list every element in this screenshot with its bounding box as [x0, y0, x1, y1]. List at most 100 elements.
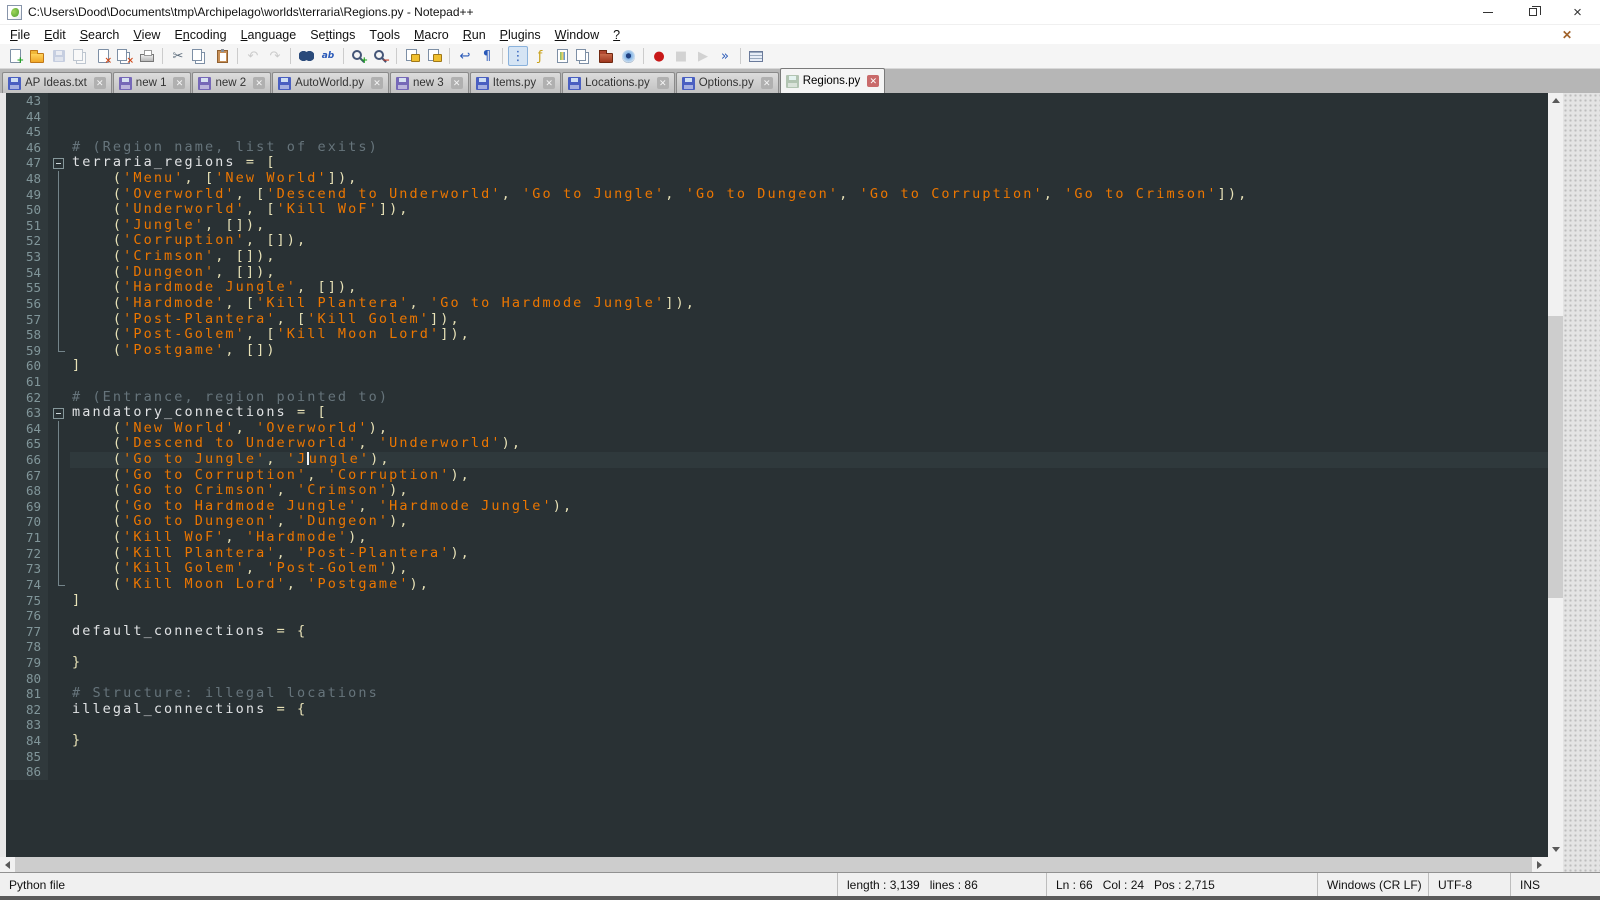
monitoring-icon[interactable] — [618, 46, 638, 66]
function-list-icon[interactable]: ƒ — [530, 46, 550, 66]
tab-close-icon[interactable]: ✕ — [371, 77, 383, 89]
menu-run[interactable]: Run — [456, 25, 493, 44]
code-line-55[interactable]: 55 ('Hardmode Jungle', []), — [6, 280, 1548, 296]
code-line-81[interactable]: 81# Structure: illegal locations — [6, 686, 1548, 702]
code-line-75[interactable]: 75] — [6, 593, 1548, 609]
code-line-78[interactable]: 78 — [6, 639, 1548, 655]
code-line-80[interactable]: 80 — [6, 671, 1548, 687]
cut-icon[interactable]: ✂ — [168, 46, 188, 66]
print-icon[interactable] — [137, 46, 157, 66]
code-line-64[interactable]: 64 ('New World', 'Overworld'), — [6, 421, 1548, 437]
code-line-85[interactable]: 85 — [6, 749, 1548, 765]
code-line-50[interactable]: 50 ('Underworld', ['Kill WoF']), — [6, 202, 1548, 218]
code-line-63[interactable]: 63mandatory_connections = [ — [6, 405, 1548, 421]
menu-help[interactable]: ? — [606, 25, 627, 44]
code-line-62[interactable]: 62# (Entrance, region pointed to) — [6, 390, 1548, 406]
close-all-icon[interactable]: × — [115, 46, 135, 66]
tab-new-1[interactable]: new 1✕ — [113, 72, 192, 93]
code-line-45[interactable]: 45 — [6, 124, 1548, 140]
vertical-scrollbar[interactable] — [1548, 93, 1563, 857]
code-line-69[interactable]: 69 ('Go to Hardmode Jungle', 'Hardmode J… — [6, 499, 1548, 515]
document-map-icon[interactable] — [552, 46, 572, 66]
tab-locations-py[interactable]: Locations.py✕ — [562, 72, 675, 93]
code-line-84[interactable]: 84} — [6, 733, 1548, 749]
menu-file[interactable]: File — [3, 25, 37, 44]
menu-view[interactable]: View — [126, 25, 167, 44]
horizontal-scroll-thumb[interactable] — [15, 857, 1532, 872]
fold-collapse-marker[interactable] — [48, 405, 70, 421]
close-button[interactable]: × — [1555, 0, 1600, 25]
document-list-icon[interactable] — [574, 46, 594, 66]
code-line-51[interactable]: 51 ('Jungle', []), — [6, 218, 1548, 234]
find-icon[interactable] — [296, 46, 316, 66]
code-line-71[interactable]: 71 ('Kill WoF', 'Hardmode'), — [6, 530, 1548, 546]
tab-items-py[interactable]: Items.py✕ — [470, 72, 561, 93]
code-line-70[interactable]: 70 ('Go to Dungeon', 'Dungeon'), — [6, 514, 1548, 530]
code-line-44[interactable]: 44 — [6, 109, 1548, 125]
save-macro-icon[interactable] — [746, 46, 766, 66]
tab-ap-ideas-txt[interactable]: AP Ideas.txt✕ — [2, 72, 112, 93]
menu-settings[interactable]: Settings — [303, 25, 362, 44]
run-macro-multiple-icon[interactable]: » — [715, 46, 735, 66]
tab-close-icon[interactable]: ✕ — [657, 77, 669, 89]
code-area[interactable]: 43444546# (Region name, list of exits)47… — [6, 93, 1548, 857]
zoom-in-icon[interactable]: + — [349, 46, 369, 66]
horizontal-scroll-track[interactable] — [15, 857, 1532, 872]
tab-new-3[interactable]: new 3✕ — [390, 72, 469, 93]
tab-close-icon[interactable]: ✕ — [867, 75, 879, 87]
tab-regions-py[interactable]: Regions.py✕ — [780, 68, 886, 93]
menu-language[interactable]: Language — [234, 25, 304, 44]
code-line-61[interactable]: 61 — [6, 374, 1548, 390]
scroll-right-button[interactable] — [1532, 857, 1547, 872]
show-all-characters-icon[interactable]: ¶ — [477, 46, 497, 66]
play-macro-icon[interactable]: ▶ — [693, 46, 713, 66]
code-line-43[interactable]: 43 — [6, 93, 1548, 109]
tab-close-icon[interactable]: ✕ — [451, 77, 463, 89]
zoom-out-icon[interactable]: − — [371, 46, 391, 66]
new-file-icon[interactable]: + — [5, 46, 25, 66]
code-line-53[interactable]: 53 ('Crimson', []), — [6, 249, 1548, 265]
code-line-79[interactable]: 79} — [6, 655, 1548, 671]
tab-new-2[interactable]: new 2✕ — [192, 72, 271, 93]
menu-plugins[interactable]: Plugins — [493, 25, 548, 44]
sync-vertical-scroll-icon[interactable] — [402, 46, 422, 66]
menu-macro[interactable]: Macro — [407, 25, 456, 44]
folder-as-workspace-icon[interactable] — [596, 46, 616, 66]
open-file-icon[interactable] — [27, 46, 47, 66]
show-indent-guide-icon[interactable]: ⋮ — [508, 46, 528, 66]
code-line-66[interactable]: 66 ('Go to Jungle', 'Jungle'), — [6, 452, 1548, 468]
minimize-button[interactable] — [1465, 0, 1510, 25]
tab-close-icon[interactable]: ✕ — [253, 77, 265, 89]
vertical-scroll-thumb[interactable] — [1548, 316, 1563, 597]
close-document-x-button[interactable]: ✕ — [1562, 25, 1572, 44]
menu-search[interactable]: Search — [73, 25, 127, 44]
scroll-down-button[interactable] — [1548, 842, 1563, 857]
scroll-up-button[interactable] — [1548, 93, 1563, 108]
tab-options-py[interactable]: Options.py✕ — [676, 72, 779, 93]
status-insert-mode[interactable]: INS — [1510, 873, 1600, 896]
code-line-57[interactable]: 57 ('Post-Plantera', ['Kill Golem']), — [6, 312, 1548, 328]
code-line-73[interactable]: 73 ('Kill Golem', 'Post-Golem'), — [6, 561, 1548, 577]
status-encoding[interactable]: UTF-8 — [1428, 873, 1510, 896]
code-line-82[interactable]: 82illegal_connections = { — [6, 702, 1548, 718]
status-eol-format[interactable]: Windows (CR LF) — [1317, 873, 1428, 896]
vertical-scroll-track[interactable] — [1548, 108, 1563, 842]
code-line-58[interactable]: 58 ('Post-Golem', ['Kill Moon Lord']), — [6, 327, 1548, 343]
code-line-72[interactable]: 72 ('Kill Plantera', 'Post-Plantera'), — [6, 546, 1548, 562]
code-line-65[interactable]: 65 ('Descend to Underworld', 'Underworld… — [6, 436, 1548, 452]
menu-encoding[interactable]: Encoding — [167, 25, 233, 44]
menu-tools[interactable]: Tools — [362, 25, 407, 44]
code-line-48[interactable]: 48 ('Menu', ['New World']), — [6, 171, 1548, 187]
horizontal-scrollbar[interactable] — [0, 857, 1547, 872]
save-icon[interactable] — [49, 46, 69, 66]
code-line-47[interactable]: 47terraria_regions = [ — [6, 155, 1548, 171]
sync-horizontal-scroll-icon[interactable] — [424, 46, 444, 66]
fold-collapse-marker[interactable] — [48, 155, 70, 171]
code-line-68[interactable]: 68 ('Go to Crimson', 'Crimson'), — [6, 483, 1548, 499]
tab-close-icon[interactable]: ✕ — [543, 77, 555, 89]
code-line-60[interactable]: 60] — [6, 358, 1548, 374]
code-line-46[interactable]: 46# (Region name, list of exits) — [6, 140, 1548, 156]
code-line-54[interactable]: 54 ('Dungeon', []), — [6, 265, 1548, 281]
redo-icon[interactable]: ↷ — [265, 46, 285, 66]
menu-edit[interactable]: Edit — [37, 25, 73, 44]
